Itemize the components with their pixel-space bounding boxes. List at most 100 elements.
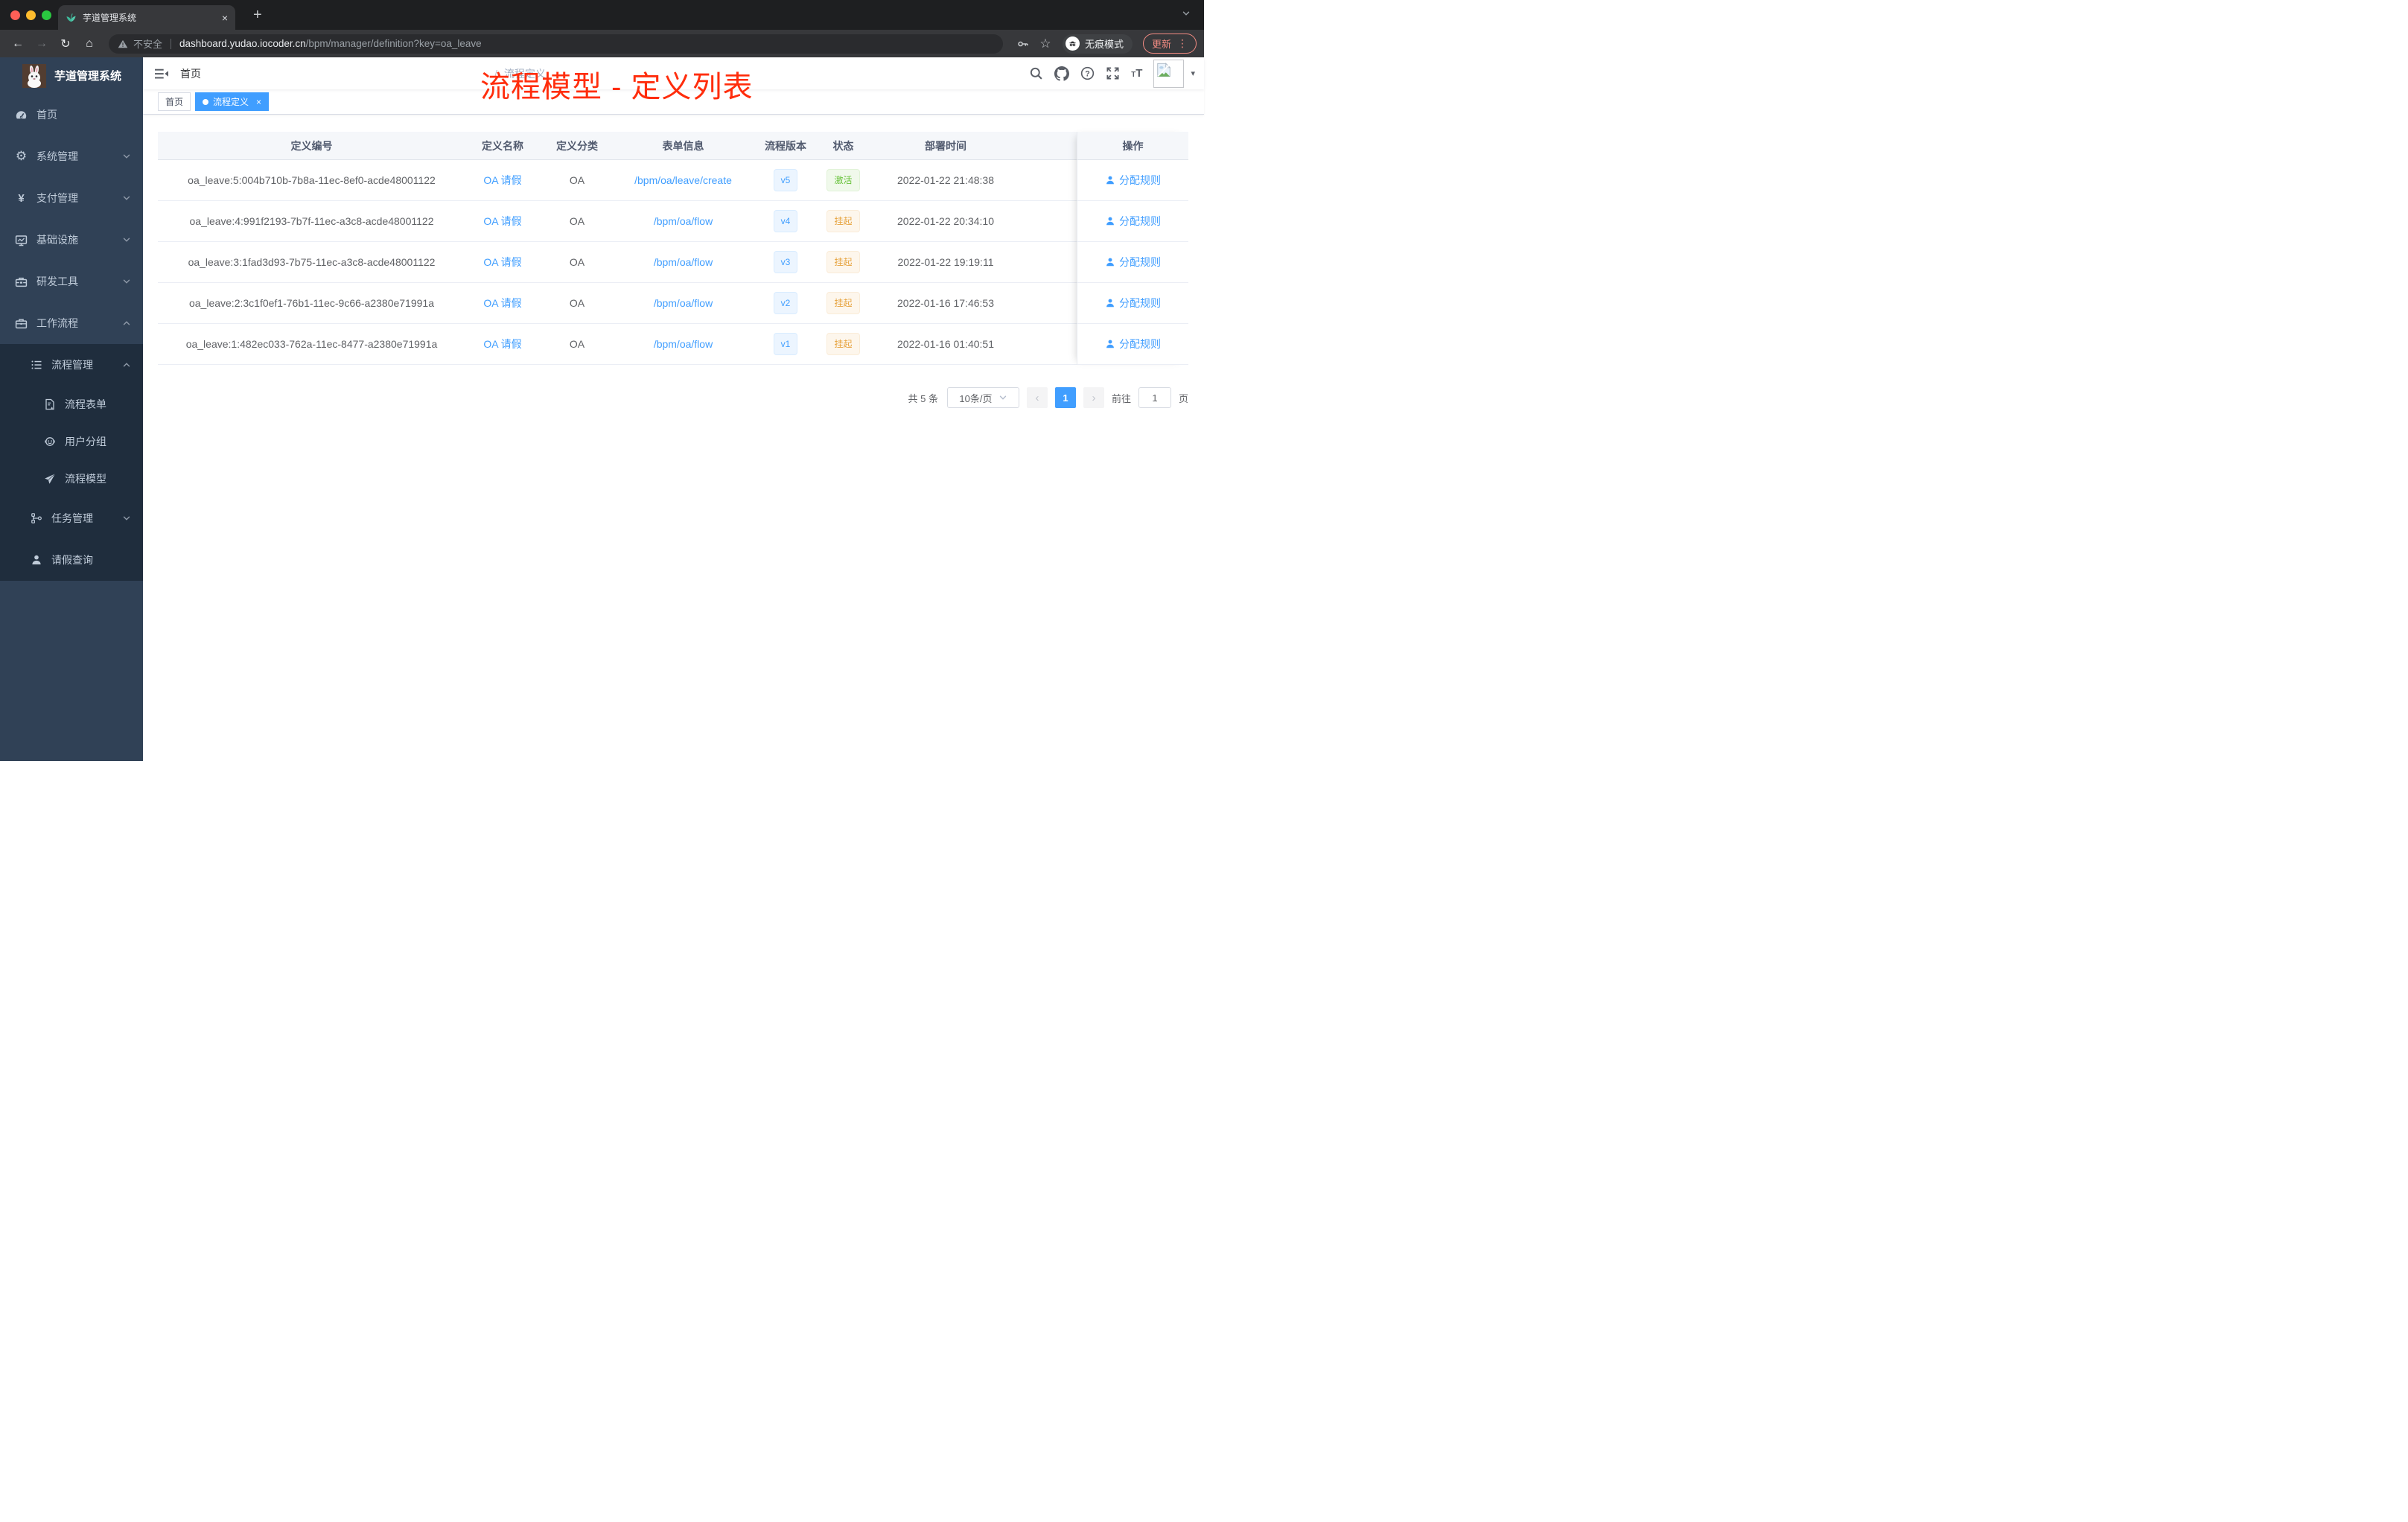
sidebar-item-payment[interactable]: ¥ 支付管理 bbox=[0, 177, 143, 219]
tag-home[interactable]: 首页 bbox=[158, 92, 191, 111]
help-icon[interactable]: ? bbox=[1080, 66, 1095, 80]
forward-button[interactable]: → bbox=[31, 34, 52, 54]
breadcrumb-home[interactable]: 首页 bbox=[180, 66, 488, 81]
chevron-down-icon bbox=[122, 194, 131, 203]
sidebar-item-process-form[interactable]: 流程表单 bbox=[0, 386, 143, 423]
search-icon[interactable] bbox=[1029, 66, 1043, 80]
page-suffix: 页 bbox=[1178, 392, 1188, 404]
assign-rule-link[interactable]: 分配规则 bbox=[1105, 255, 1161, 270]
form-icon bbox=[43, 398, 56, 411]
back-button[interactable]: ← bbox=[7, 34, 28, 54]
sidebar-item-system[interactable]: ⚙ 系统管理 bbox=[0, 136, 143, 177]
user-icon bbox=[1105, 298, 1115, 308]
version-badge: v1 bbox=[773, 333, 798, 355]
chevron-up-icon bbox=[122, 319, 131, 328]
text-size-icon[interactable]: TT bbox=[1131, 67, 1142, 80]
avatar[interactable] bbox=[1153, 59, 1185, 88]
chevron-down-icon bbox=[122, 514, 131, 523]
paper-plane-icon bbox=[43, 473, 56, 485]
goto-page-input[interactable]: 1 bbox=[1138, 387, 1171, 408]
page-1-button[interactable]: 1 bbox=[1054, 387, 1076, 408]
tab-close-icon[interactable]: × bbox=[222, 12, 228, 24]
user-icon bbox=[1105, 216, 1115, 226]
assign-rule-link[interactable]: 分配规则 bbox=[1105, 173, 1161, 188]
sidebar-item-home[interactable]: 首页 bbox=[0, 94, 143, 136]
tag-close-icon[interactable]: × bbox=[256, 97, 261, 107]
definition-name-link[interactable]: OA 请假 bbox=[483, 214, 521, 229]
new-tab-button[interactable]: + bbox=[253, 7, 262, 24]
sidebar-item-process-mgmt[interactable]: 流程管理 bbox=[0, 344, 143, 386]
bookmark-star-icon[interactable]: ☆ bbox=[1036, 36, 1055, 51]
chevron-down-icon bbox=[122, 277, 131, 286]
form-link[interactable]: /bpm/oa/flow bbox=[654, 297, 713, 309]
tag-process-definition[interactable]: 流程定义 × bbox=[195, 92, 270, 111]
form-link[interactable]: /bpm/oa/flow bbox=[654, 338, 713, 350]
cell-category: OA bbox=[569, 215, 585, 227]
svg-text:?: ? bbox=[1085, 69, 1090, 78]
next-page-button[interactable]: › bbox=[1083, 387, 1104, 408]
cell-category: OA bbox=[569, 338, 585, 350]
home-button[interactable]: ⌂ bbox=[79, 34, 100, 54]
form-link[interactable]: /bpm/oa/leave/create bbox=[634, 174, 732, 186]
refresh-button[interactable]: ↻ bbox=[55, 34, 76, 54]
tab-search-chevron-icon[interactable] bbox=[1182, 9, 1191, 18]
sidebar-item-devtools[interactable]: 研发工具 bbox=[0, 261, 143, 302]
cell-id: oa_leave:1:482ec033-762a-11ec-8477-a2380… bbox=[185, 338, 438, 350]
hamburger-icon[interactable] bbox=[143, 57, 180, 89]
sidebar-item-label: 支付管理 bbox=[36, 192, 78, 204]
sidebar-item-label: 基础设施 bbox=[36, 234, 78, 246]
user-icon bbox=[1105, 175, 1115, 185]
fixed-action-column: 操作 分配规则 分配规则 分配规则 分配规则 分配规则 bbox=[1077, 132, 1188, 365]
workflow-submenu: 流程管理 流程表单 用户分组 流程模型 任务管理 请假查询 bbox=[0, 344, 143, 581]
key-icon[interactable] bbox=[1013, 38, 1033, 50]
address-bar[interactable]: 不安全 dashboard.yudao.iocoder.cn/bpm/manag… bbox=[109, 34, 1003, 54]
prev-page-button[interactable]: ‹ bbox=[1026, 387, 1048, 408]
sidebar-item-label: 工作流程 bbox=[36, 317, 78, 329]
tags-bar: 首页 流程定义 × bbox=[143, 89, 1204, 115]
browser-tab[interactable]: 芋道管理系统 × bbox=[58, 5, 235, 30]
github-icon[interactable] bbox=[1054, 66, 1070, 81]
close-window-button[interactable] bbox=[10, 10, 20, 20]
avatar-caret-icon[interactable]: ▾ bbox=[1191, 69, 1195, 78]
status-badge: 激活 bbox=[826, 169, 860, 191]
form-link[interactable]: /bpm/oa/flow bbox=[654, 256, 713, 268]
sidebar-item-workflow[interactable]: 工作流程 bbox=[0, 302, 143, 344]
zoom-window-button[interactable] bbox=[42, 10, 51, 20]
version-badge: v5 bbox=[773, 169, 798, 191]
minimize-window-button[interactable] bbox=[26, 10, 36, 20]
col-header-category: 定义分类 bbox=[556, 139, 598, 152]
sidebar-item-label: 任务管理 bbox=[51, 512, 93, 524]
yen-icon: ¥ bbox=[18, 191, 25, 205]
browser-menu-icon[interactable]: ⋮ bbox=[1177, 37, 1188, 50]
table-header-row: 定义编号 定义名称 定义分类 表单信息 流程版本 状态 部署时间 bbox=[158, 132, 1077, 160]
form-link[interactable]: /bpm/oa/flow bbox=[654, 215, 713, 227]
sidebar-item-label: 流程管理 bbox=[51, 359, 93, 371]
sidebar-item-leave-query[interactable]: 请假查询 bbox=[0, 539, 143, 581]
logo-rabbit-image bbox=[22, 63, 46, 88]
sidebar-item-task-mgmt[interactable]: 任务管理 bbox=[0, 497, 143, 539]
definition-name-link[interactable]: OA 请假 bbox=[483, 173, 521, 188]
sidebar-item-infra[interactable]: 基础设施 bbox=[0, 219, 143, 261]
sidebar-item-label: 流程模型 bbox=[65, 473, 106, 485]
monitor-icon bbox=[15, 234, 28, 246]
app-title: 芋道管理系统 bbox=[54, 70, 122, 83]
assign-rule-link[interactable]: 分配规则 bbox=[1105, 214, 1161, 229]
sidebar: 芋道管理系统 首页 ⚙ 系统管理 ¥ 支付管理 基础设施 研发工具 工作流程 流… bbox=[0, 57, 143, 761]
window-controls bbox=[10, 10, 51, 20]
update-button[interactable]: 更新 ⋮ bbox=[1142, 34, 1197, 54]
assign-rule-link[interactable]: 分配规则 bbox=[1105, 296, 1161, 311]
table-row: oa_leave:1:482ec033-762a-11ec-8477-a2380… bbox=[158, 324, 1077, 365]
sidebar-logo[interactable]: 芋道管理系统 bbox=[0, 57, 143, 94]
sidebar-item-process-model[interactable]: 流程模型 bbox=[0, 460, 143, 497]
navbar: 首页 / 流程定义 ? TT ▾ bbox=[143, 57, 1204, 89]
content-area: 定义编号 定义名称 定义分类 表单信息 流程版本 状态 部署时间 oa_leav… bbox=[143, 115, 1204, 761]
user-icon bbox=[1105, 257, 1115, 267]
assign-rule-link[interactable]: 分配规则 bbox=[1105, 337, 1161, 351]
page-size-select[interactable]: 10条/页 bbox=[946, 387, 1019, 408]
fullscreen-icon[interactable] bbox=[1106, 66, 1120, 80]
definition-name-link[interactable]: OA 请假 bbox=[483, 255, 521, 270]
sidebar-item-label: 首页 bbox=[36, 109, 57, 121]
sidebar-item-user-group[interactable]: 用户分组 bbox=[0, 423, 143, 460]
definition-name-link[interactable]: OA 请假 bbox=[483, 296, 521, 311]
definition-name-link[interactable]: OA 请假 bbox=[483, 337, 521, 351]
